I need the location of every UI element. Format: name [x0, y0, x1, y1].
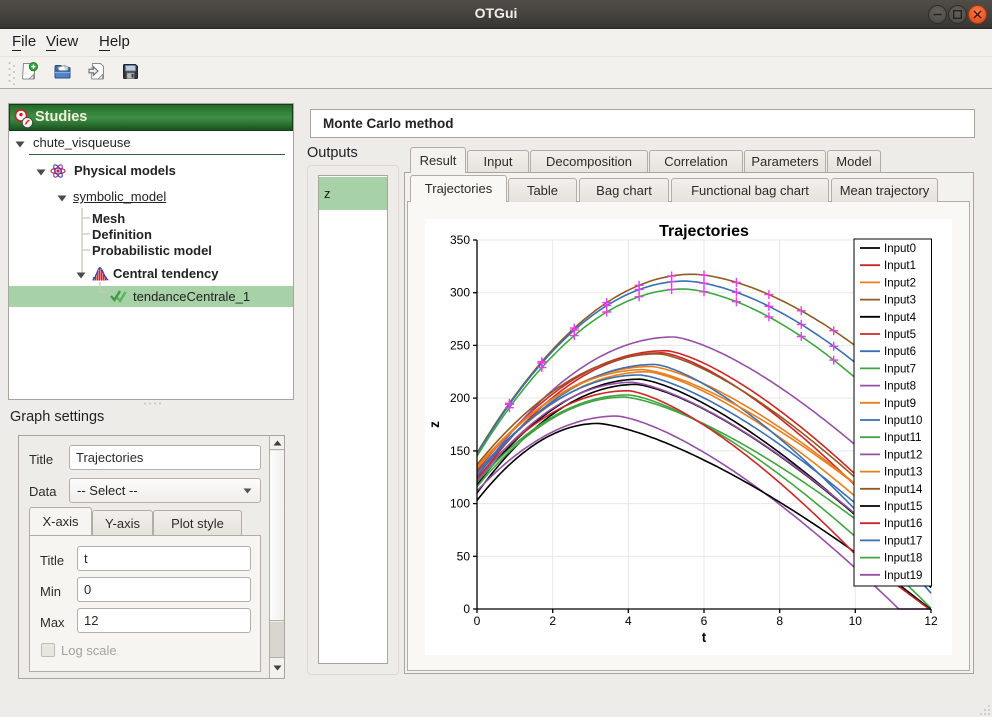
svg-text:Trajectories: Trajectories [659, 223, 749, 240]
svg-text:Input13: Input13 [884, 467, 922, 479]
svg-text:Input10: Input10 [884, 415, 922, 427]
svg-text:Input12: Input12 [884, 449, 922, 461]
svg-text:Input14: Input14 [884, 484, 923, 496]
svg-text:12: 12 [924, 614, 938, 628]
svg-text:0: 0 [463, 602, 470, 616]
svg-text:Input18: Input18 [884, 553, 922, 565]
svg-text:0: 0 [474, 614, 481, 628]
svg-text:Input3: Input3 [884, 295, 916, 307]
svg-text:Input5: Input5 [884, 329, 916, 341]
svg-text:Input9: Input9 [884, 398, 916, 410]
svg-text:100: 100 [450, 497, 470, 511]
svg-text:Input16: Input16 [884, 518, 922, 530]
svg-text:Input4: Input4 [884, 312, 917, 324]
svg-text:200: 200 [450, 391, 470, 405]
svg-text:Input17: Input17 [884, 535, 922, 547]
svg-text:Input19: Input19 [884, 570, 922, 582]
svg-text:Input8: Input8 [884, 381, 916, 393]
svg-text:t: t [702, 630, 707, 645]
svg-text:150: 150 [450, 444, 470, 458]
svg-text:Input11: Input11 [884, 432, 922, 444]
svg-text:Input6: Input6 [884, 346, 916, 358]
svg-text:Input7: Input7 [884, 363, 916, 375]
svg-text:Input0: Input0 [884, 243, 916, 255]
svg-text:250: 250 [450, 338, 470, 352]
svg-text:Input2: Input2 [884, 277, 916, 289]
svg-text:Input1: Input1 [884, 260, 916, 272]
svg-text:z: z [427, 421, 442, 428]
svg-text:10: 10 [849, 614, 863, 628]
svg-text:350: 350 [450, 233, 470, 247]
svg-text:300: 300 [450, 286, 470, 300]
svg-text:Input15: Input15 [884, 501, 922, 513]
svg-text:8: 8 [776, 614, 783, 628]
svg-text:4: 4 [625, 614, 632, 628]
svg-text:50: 50 [457, 549, 471, 563]
svg-text:2: 2 [549, 614, 556, 628]
svg-text:6: 6 [701, 614, 708, 628]
